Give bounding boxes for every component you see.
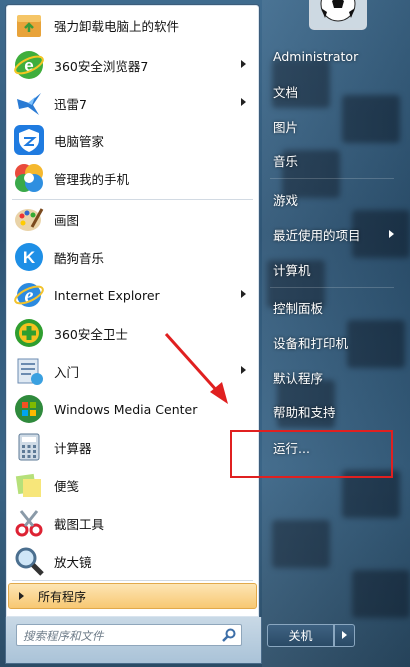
right-item-label: 控制面板 [273,300,324,316]
program-label: 强力卸载电脑上的软件 [54,18,180,34]
right-item-devices-printers[interactable]: 设备和打印机 [266,329,398,355]
program-label: 管理我的手机 [54,171,130,187]
right-item-label: 计算机 [273,262,311,278]
submenu-arrow-icon[interactable] [241,290,246,298]
search-input[interactable] [17,627,213,645]
phone-manager-icon [13,162,45,194]
right-item-label: 游戏 [273,192,299,208]
right-item-control-panel[interactable]: 控制面板 [266,294,398,320]
program-label: 360安全卫士 [54,326,128,342]
shutdown-label: 关机 [288,629,313,643]
right-item-games[interactable]: 游戏 [266,186,398,212]
right-item-documents[interactable]: 文档 [266,78,398,104]
program-item-snipping-tool[interactable]: 截图工具 [9,505,256,541]
all-programs-label: 所有程序 [38,589,87,604]
shutdown-options-button[interactable] [334,624,355,647]
program-item-paint[interactable]: 画图 [9,201,256,237]
program-item-phone-manager[interactable]: 管理我的手机 [9,160,256,196]
separator [12,580,253,581]
right-item-computer[interactable]: 计算机 [266,256,398,282]
right-item-music[interactable]: 音乐 [266,147,398,173]
program-label: 放大镜 [54,554,92,570]
pc-manager-shield-icon [13,124,45,156]
program-label: 电脑管家 [54,133,105,149]
360-browser-icon: e [13,49,45,81]
separator [12,199,253,200]
program-label: 迅雷7 [54,96,87,112]
program-label: 截图工具 [54,516,105,532]
svg-text:K: K [23,248,36,267]
internet-explorer-icon: e [13,279,45,311]
program-item-pc-manager[interactable]: 电脑管家 [9,122,256,158]
right-item-label: 音乐 [273,153,299,169]
windows-media-center-icon [13,393,45,425]
right-item-label: Administrator [273,48,359,64]
program-label: Internet Explorer [54,287,160,303]
thunder-bird-icon [13,87,45,119]
shutdown-button[interactable]: 关机 [267,624,334,647]
shutdown-options-arrow-icon [342,631,347,639]
program-label: 入门 [54,364,80,380]
right-item-label: 设备和打印机 [273,335,349,351]
annotation-arrow-icon [164,332,228,404]
program-item-calculator[interactable]: 计算器 [9,429,256,465]
program-label: 360安全浏览器7 [54,58,149,74]
program-label: 画图 [54,212,80,228]
right-item-label: 帮助和支持 [273,404,336,420]
magnifier-icon [13,545,45,577]
snipping-tool-icon [13,507,45,539]
annotation-highlight-box [230,430,393,478]
user-account-picture[interactable] [309,0,367,30]
uninstall-box-icon [13,9,45,41]
submenu-arrow-icon[interactable] [241,366,246,374]
search-box[interactable] [16,624,242,646]
program-item-kugou[interactable]: K 酷狗音乐 [9,239,256,275]
separator [270,178,394,179]
program-label: 酷狗音乐 [54,250,105,266]
all-programs-button[interactable]: 所有程序 [8,583,257,609]
right-item-label: 文档 [273,84,299,100]
separator [270,287,394,288]
right-item-default-programs[interactable]: 默认程序 [266,364,398,390]
program-item-sticky-notes[interactable]: 便笺 [9,467,256,503]
program-label: 计算器 [54,440,92,456]
right-item-pictures[interactable]: 图片 [266,113,398,139]
paint-palette-icon [13,203,45,235]
right-item-administrator[interactable]: Administrator [266,43,398,69]
start-menu-programs-pane: 强力卸载电脑上的软件 e 360安全浏览器7 迅雷7 电脑管家 管理我的手机 画… [5,4,260,618]
search-icon[interactable] [221,627,237,643]
right-item-label: 最近使用的项目 [273,227,361,243]
calculator-icon [13,431,45,463]
sticky-notes-icon [13,469,45,501]
submenu-arrow-icon[interactable] [389,230,394,238]
program-item-360-browser[interactable]: e 360安全浏览器7 [9,47,256,83]
expand-arrow-icon [19,592,24,600]
360-security-guard-icon [13,317,45,349]
right-item-help-support[interactable]: 帮助和支持 [266,398,398,424]
right-item-label: 默认程序 [273,370,324,386]
program-item-thunder[interactable]: 迅雷7 [9,85,256,121]
right-item-label: 图片 [273,119,299,135]
program-item-uninstaller[interactable]: 强力卸载电脑上的软件 [9,7,256,43]
getting-started-icon [13,355,45,387]
submenu-arrow-icon[interactable] [241,60,246,68]
program-item-magnifier[interactable]: 放大镜 [9,543,256,579]
program-item-internet-explorer[interactable]: e Internet Explorer [9,277,256,313]
right-item-recent-items[interactable]: 最近使用的项目 [266,221,398,247]
program-label: 便笺 [54,478,80,494]
kugou-music-icon: K [13,241,45,273]
submenu-arrow-icon[interactable] [241,98,246,106]
